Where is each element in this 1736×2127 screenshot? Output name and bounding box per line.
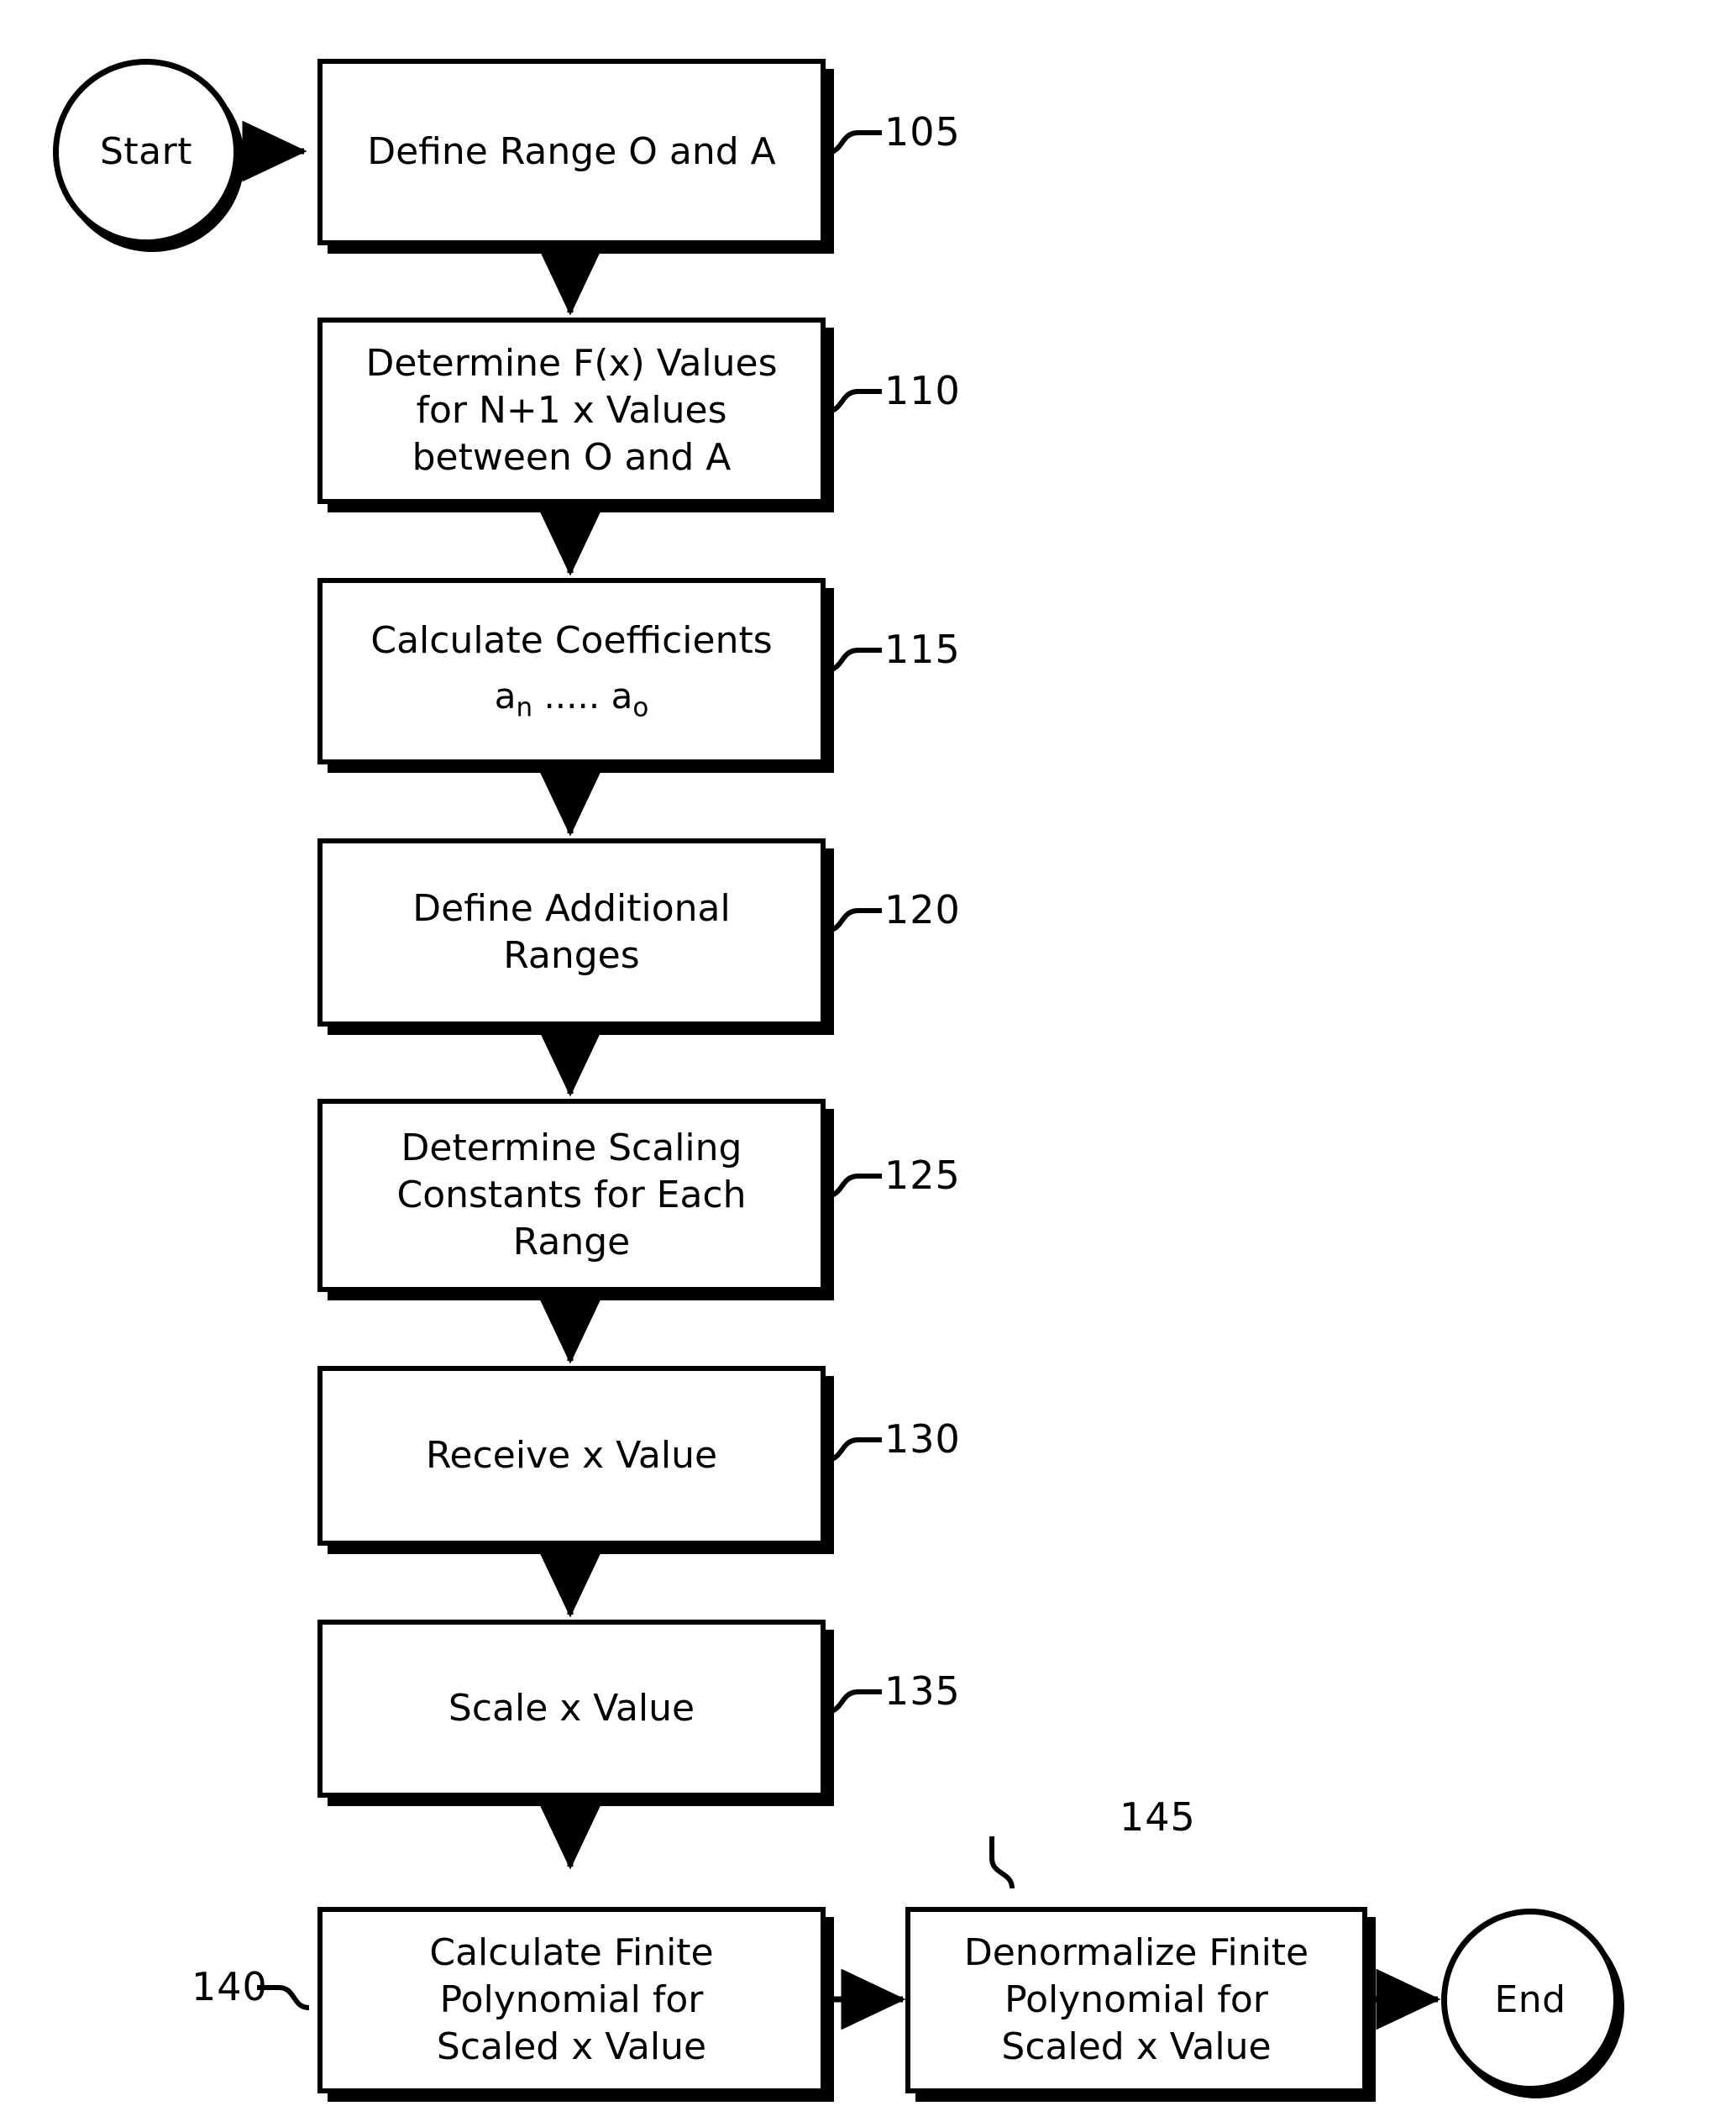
define-additional-ranges-text: Define Additional Ranges (412, 886, 731, 977)
ref-numeral-140: 140 (191, 1964, 268, 2009)
flowchart-canvas: Start Define Range O and A 105 Determine… (0, 0, 1736, 2127)
determine-scaling-constants-box: Determine Scaling Constants for Each Ran… (317, 1099, 826, 1292)
leader-line-125 (825, 1174, 882, 1199)
connector-layer (242, 120, 1441, 2030)
define-additional-ranges-box: Define Additional Ranges (317, 838, 826, 1027)
calculate-coefficients-box: Calculate Coefficients an ..... ao (317, 578, 826, 764)
ref-numeral-105: 105 (884, 109, 961, 155)
coef-sub-o: o (632, 692, 649, 723)
ref-numeral-110: 110 (884, 368, 961, 413)
ref-numeral-145: 145 (1120, 1794, 1196, 1840)
coef-a-second: a (611, 675, 633, 717)
scale-x-value-text: Scale x Value (448, 1686, 695, 1730)
calculate-finite-polynomial-box: Calculate Finite Polynomial for Scaled x… (317, 1907, 826, 2093)
scale-x-value-box: Scale x Value (317, 1620, 826, 1798)
determine-fx-values-box: Determine F(x) Values for N+1 x Values b… (317, 318, 826, 504)
coef-ellipsis: ..... (532, 675, 611, 717)
determine-scaling-constants-text: Determine Scaling Constants for Each Ran… (396, 1126, 747, 1264)
ref-numeral-135: 135 (884, 1668, 961, 1714)
denormalize-finite-polynomial-box: Denormalize Finite Polynomial for Scaled… (905, 1907, 1367, 2093)
leader-line-130 (825, 1437, 882, 1463)
leader-line-105 (825, 130, 882, 155)
determine-fx-values-text: Determine F(x) Values for N+1 x Values b… (365, 341, 778, 480)
leader-line-135 (825, 1689, 882, 1715)
start-label: Start (100, 130, 192, 173)
coef-sub-n: n (516, 692, 533, 723)
ref-numeral-120: 120 (884, 887, 961, 932)
define-range-text: Define Range O and A (367, 129, 776, 173)
leader-line-120 (825, 908, 882, 933)
leader-line-110 (825, 389, 882, 414)
coef-a-first: a (494, 675, 517, 717)
leader-line-145 (989, 1836, 1015, 1889)
coefficients-formula: an ..... ao (370, 674, 772, 725)
ref-numeral-130: 130 (884, 1416, 961, 1462)
end-label: End (1494, 1978, 1566, 2021)
calculate-coefficients-label: Calculate Coefficients (370, 619, 773, 663)
leader-line-115 (825, 648, 882, 673)
ref-numeral-115: 115 (884, 627, 961, 672)
define-range-box: Define Range O and A (317, 59, 826, 245)
calculate-finite-polynomial-text: Calculate Finite Polynomial for Scaled x… (429, 1930, 714, 2069)
receive-x-value-box: Receive x Value (317, 1366, 826, 1546)
denormalize-finite-polynomial-text: Denormalize Finite Polynomial for Scaled… (963, 1930, 1309, 2069)
start-terminator: Start (53, 59, 239, 245)
receive-x-value-text: Receive x Value (425, 1433, 718, 1477)
calculate-coefficients-text: Calculate Coefficients an ..... ao (357, 570, 785, 772)
ref-numeral-125: 125 (884, 1153, 961, 1198)
end-terminator: End (1441, 1909, 1619, 2092)
